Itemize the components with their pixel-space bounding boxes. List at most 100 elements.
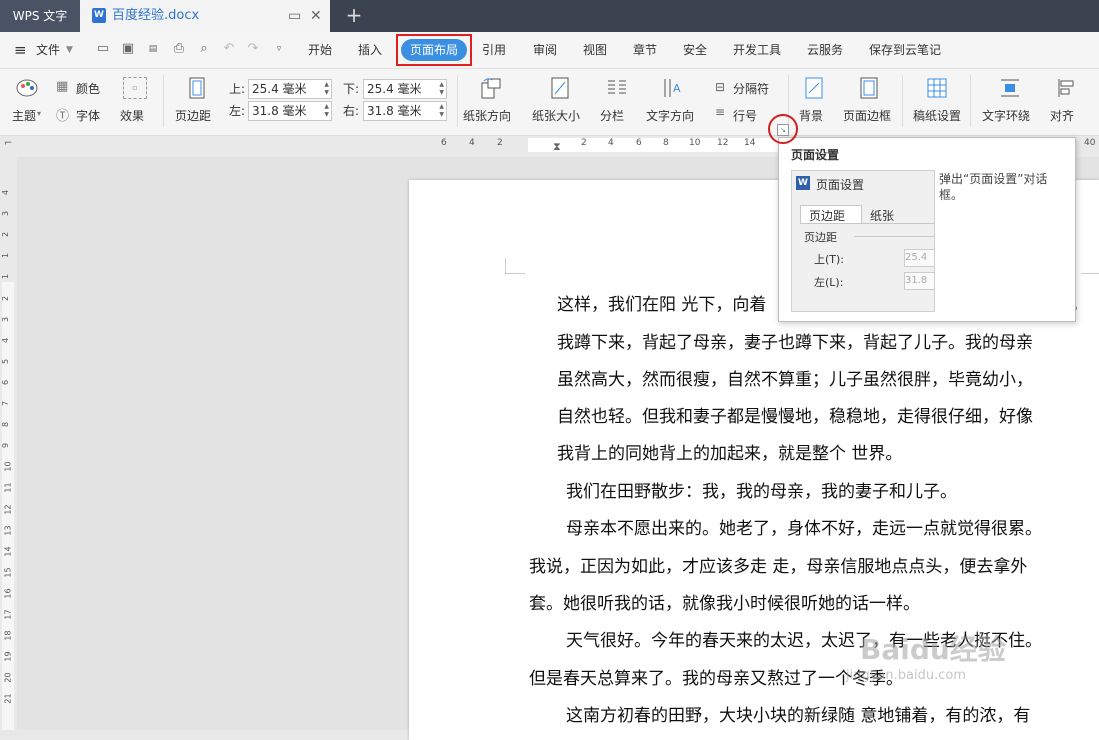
tab-home[interactable]: 开始	[308, 32, 332, 68]
orientation-button[interactable]: 纸张方向	[463, 107, 511, 124]
tooltip-preview: W 页面设置 页边距 纸张 页边距 上(T): 25.4 左(L): 31.8	[791, 170, 935, 312]
preview-section-title: 页边距	[804, 231, 837, 244]
print-preview-icon[interactable]: ⌕	[197, 42, 211, 56]
line-numbers-button[interactable]: 行号	[733, 107, 757, 124]
vertical-ruler-number: 1	[1, 274, 11, 280]
chevron-down-icon[interactable]: ▾	[37, 109, 41, 118]
text-line[interactable]: 套。她很听我的话，就像我小时候很听她的话一样。	[529, 589, 920, 614]
file-menu[interactable]: 文件	[36, 32, 60, 68]
text-line[interactable]: 我说，正因为如此，才应该多走 走，母亲信服地点点头，便去拿外	[529, 552, 1027, 577]
colors-button[interactable]: 颜色	[76, 80, 100, 97]
chevron-down-icon[interactable]: ▼	[66, 32, 73, 68]
separator	[457, 75, 458, 127]
redo-icon[interactable]: ↷	[246, 42, 260, 56]
tab-view[interactable]: 视图	[583, 32, 607, 68]
bottom-margin-input[interactable]: 25.4 毫米 ▲ ▼	[363, 79, 447, 99]
page-border-button[interactable]: 页面边框	[843, 107, 891, 124]
grid-paper-icon	[927, 78, 947, 98]
tab-developer[interactable]: 开发工具	[733, 32, 781, 68]
columns-icon	[608, 80, 626, 94]
tab-cloud-service[interactable]: 云服务	[807, 32, 843, 68]
spinner-arrows-icon[interactable]: ▲ ▼	[439, 81, 444, 97]
text-line[interactable]: 我们在田野散步：我，我的母亲，我的妻子和儿子。	[566, 477, 957, 502]
undo-icon[interactable]: ↶	[222, 42, 236, 56]
text-wrap-button[interactable]: 文字环绕	[982, 107, 1030, 124]
ruler-number: 4	[469, 138, 475, 148]
tab-save-cloud-notes[interactable]: 保存到云笔记	[869, 32, 941, 68]
right-margin-input[interactable]: 31.8 毫米 ▲ ▼	[363, 101, 447, 121]
restore-icon[interactable]: ▭	[288, 0, 301, 32]
margins-button[interactable]: 页边距	[175, 107, 211, 124]
dialog-launcher-icon[interactable]: ↘	[777, 124, 789, 136]
font-circle-icon: Ⓣ	[56, 109, 70, 124]
text-line[interactable]: 这南方初春的田野，大块小块的新绿随 意地铺着，有的浓，有	[566, 701, 1030, 726]
top-margin-label: 上:	[229, 82, 246, 96]
preview-tab-paper: 纸张	[870, 209, 895, 223]
vertical-ruler-number: 21	[3, 693, 13, 704]
ruler-number: 2	[581, 138, 587, 148]
document-tab[interactable]: W 百度经验.docx ▭ ✕	[80, 0, 330, 32]
pdf-icon[interactable]: ▤	[146, 42, 160, 56]
spinner-arrows-icon[interactable]: ▲ ▼	[324, 81, 329, 97]
preview-top-label: 上(T):	[814, 253, 845, 266]
hamburger-icon[interactable]: ≡	[14, 32, 27, 68]
paper-size-button[interactable]: 纸张大小	[532, 107, 580, 124]
left-margin-input[interactable]: 31.8 毫米 ▲ ▼	[248, 101, 332, 121]
spinner-arrows-icon[interactable]: ▲ ▼	[439, 103, 444, 119]
tab-insert[interactable]: 插入	[358, 32, 382, 68]
vertical-ruler-number: 11	[3, 482, 13, 493]
vertical-ruler-number: 20	[3, 672, 13, 683]
save-icon[interactable]: ▣	[121, 42, 135, 56]
vertical-ruler-number: 8	[1, 422, 11, 428]
columns-button[interactable]: 分栏	[600, 107, 624, 124]
separator	[163, 75, 164, 127]
tab-review[interactable]: 审阅	[533, 32, 557, 68]
fonts-button[interactable]: 字体	[76, 107, 100, 124]
vertical-ruler-number: 13	[3, 525, 13, 536]
background-button[interactable]: 背景	[799, 107, 823, 124]
vertical-ruler-number: 19	[3, 651, 13, 662]
vertical-ruler-number: 4	[1, 189, 11, 196]
text-line[interactable]: 虽然高大，然而很瘦，自然不算重；儿子虽然很胖，毕竟幼小，	[557, 365, 1033, 390]
customize-toolbar-icon[interactable]: ▿	[272, 42, 286, 56]
vertical-ruler-number: 4	[1, 337, 11, 343]
tab-security[interactable]: 安全	[683, 32, 707, 68]
print-icon[interactable]: ⎙	[172, 42, 186, 56]
text-line[interactable]: 自然也轻。但我和妻子都是慢慢地，稳稳地，走得很仔细，好像	[557, 402, 1033, 427]
vertical-ruler-number: 3	[1, 211, 11, 217]
vertical-ruler-number: 1	[1, 253, 11, 259]
text-line[interactable]: 这样，我们在阳 光下，向着	[557, 290, 766, 315]
ruler-number: 10	[689, 138, 701, 148]
orientation-icon	[481, 78, 501, 99]
close-tab-icon[interactable]: ✕	[310, 0, 322, 32]
ruler-number: 40	[1084, 138, 1096, 148]
tooltip-description: 弹出“页面设置”对话框。	[939, 172, 1048, 202]
text-line[interactable]: 我蹲下来，背起了母亲，妻子也蹲下来，背起了儿子。我的母亲	[557, 328, 1033, 353]
grid-paper-button[interactable]: 稿纸设置	[913, 107, 961, 124]
top-margin-input[interactable]: 25.4 毫米 ▲ ▼	[248, 79, 332, 99]
ruler-number: 12	[717, 138, 729, 148]
vertical-ruler-number: 5	[1, 358, 11, 364]
vertical-ruler-number: 18	[3, 630, 13, 641]
theme-button[interactable]: 主题	[12, 107, 36, 124]
tab-references[interactable]: 引用	[482, 32, 506, 68]
text-line[interactable]: 母亲本不愿出来的。她老了，身体不好，走远一点就觉得很累。	[566, 514, 1042, 539]
effects-button[interactable]: 效果	[120, 107, 144, 124]
indent-marker-icon[interactable]: ⧗	[553, 140, 561, 154]
tab-stop-icon[interactable]: ⌐	[4, 138, 12, 149]
bottom-margin-label: 下:	[343, 82, 360, 96]
vertical-ruler-number: 16	[3, 588, 13, 599]
preview-dialog-title: 页面设置	[816, 178, 865, 192]
new-tab-button[interactable]: +	[344, 0, 364, 32]
open-folder-icon[interactable]: ▭	[96, 42, 110, 56]
text-direction-button[interactable]: 文字方向	[646, 107, 694, 124]
align-button[interactable]: 对齐	[1050, 107, 1074, 124]
spinner-arrows-icon[interactable]: ▲ ▼	[324, 103, 329, 119]
page-border-icon	[860, 77, 878, 99]
separator	[902, 75, 903, 127]
preview-tab-margins: 页边距	[809, 209, 846, 223]
app-menu-tab[interactable]: WPS 文字	[0, 0, 80, 32]
text-line[interactable]: 我背上的同她背上的加起来，就是整个 世界。	[557, 439, 902, 464]
tab-sections[interactable]: 章节	[633, 32, 657, 68]
breaks-button[interactable]: 分隔符	[733, 80, 769, 97]
